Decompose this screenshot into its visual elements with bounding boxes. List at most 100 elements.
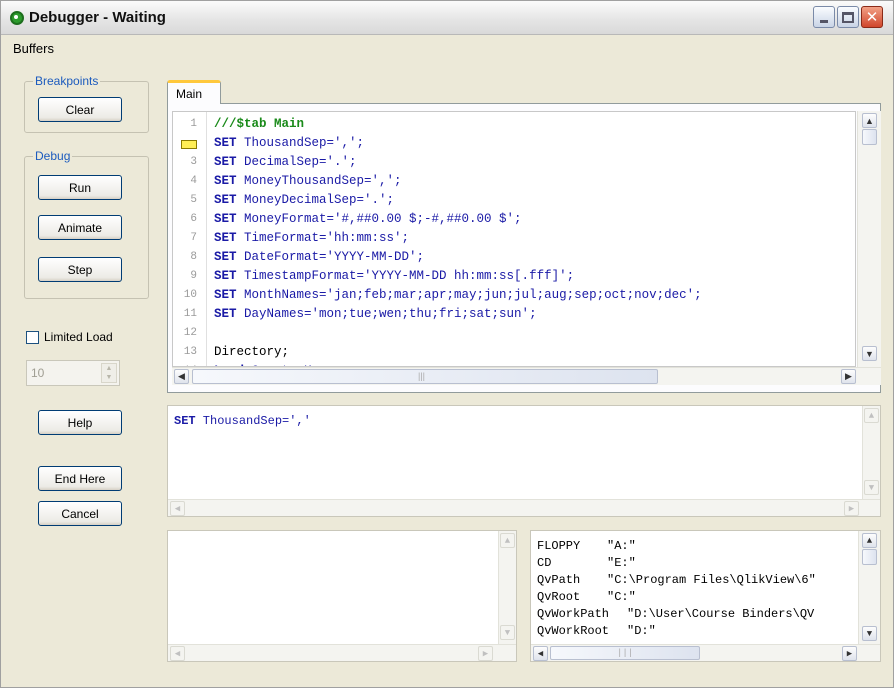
code-line[interactable]: 12 (173, 325, 855, 344)
variable-row[interactable]: CD "E:" (537, 556, 636, 570)
line-number: 12 (183, 327, 197, 339)
close-icon: ✕ (865, 9, 879, 26)
limited-load-checkbox[interactable] (26, 330, 39, 344)
qlikview-icon (10, 11, 24, 25)
arrow-left-icon[interactable]: ◀ (170, 646, 185, 661)
statement-horizontal-scrollbar[interactable]: ◀ ▶ (168, 499, 880, 516)
tab-main-label: Main (176, 87, 203, 101)
code-line[interactable]: SET ThousandSep=','; (173, 135, 855, 154)
arrow-down-icon[interactable]: ▼ (864, 480, 879, 495)
line-number: 6 (190, 213, 197, 225)
scroll-thumb[interactable] (862, 549, 877, 565)
arrow-right-icon[interactable]: ▶ (844, 501, 859, 516)
code-text: SET TimeFormat='hh:mm:ss'; (214, 231, 409, 245)
arrow-down-icon[interactable]: ▼ (862, 346, 877, 361)
spinner-buttons[interactable]: ▲ ▼ (101, 363, 117, 383)
arrow-down-icon[interactable]: ▼ (102, 373, 116, 382)
menu-buffers[interactable]: Buffers (13, 41, 54, 56)
variable-row[interactable]: QvRoot "C:" (537, 590, 636, 604)
clear-button[interactable]: Clear (38, 97, 122, 122)
script-editor[interactable]: 1 ///$tab Main SET ThousandSep=','; 3 SET De… (172, 111, 856, 367)
variable-value: "C:" (607, 590, 636, 604)
arrow-left-icon[interactable]: ◀ (170, 501, 185, 516)
arrow-right-icon[interactable]: ▶ (842, 646, 857, 661)
debug-group-label: Debug (33, 149, 73, 163)
statement-keyword: SET (174, 414, 196, 428)
breakpoint-marker-icon[interactable] (181, 140, 197, 149)
variable-value: "E:" (607, 556, 636, 570)
variables-vertical-scrollbar[interactable]: ▲ ▼ (858, 531, 880, 644)
arrow-right-icon[interactable]: ▶ (841, 369, 856, 384)
script-horizontal-scrollbar[interactable]: ◀ ||| ▶ (172, 367, 881, 385)
maximize-button[interactable] (837, 6, 859, 28)
arrow-down-icon[interactable]: ▼ (862, 626, 877, 641)
window-title: Debugger - Waiting (29, 9, 166, 26)
output-horizontal-scrollbar[interactable]: ◀ ▶ (168, 644, 516, 661)
minimize-button[interactable] (813, 6, 835, 28)
scroll-thumb[interactable]: ||| (550, 646, 700, 660)
limited-load-spinner[interactable]: 10 ▲ ▼ (26, 360, 120, 386)
code-rest: Directory; (214, 345, 290, 359)
code-line[interactable]: 4 SET MoneyThousandSep=','; (173, 173, 855, 192)
limited-load-value: 10 (31, 366, 45, 380)
arrow-up-icon[interactable]: ▲ (862, 533, 877, 548)
arrow-up-icon[interactable]: ▲ (102, 364, 116, 373)
code-keyword: SET (214, 250, 237, 264)
arrow-down-icon[interactable]: ▼ (500, 625, 515, 640)
variables-panel[interactable]: FLOPPY "A:" CD "E:" QvPath "C:\Program Files\… (530, 530, 881, 662)
limited-load-label: Limited Load (44, 330, 113, 344)
scroll-thumb[interactable]: ||| (192, 369, 658, 384)
scroll-thumb[interactable] (862, 129, 877, 145)
line-number: 10 (183, 289, 197, 301)
code-keyword: SET (214, 174, 237, 188)
arrow-up-icon[interactable]: ▲ (500, 533, 515, 548)
variable-row[interactable]: QvPath "C:\Program Files\QlikView\6" (537, 573, 816, 587)
output-vertical-scrollbar[interactable]: ▲ ▼ (498, 531, 516, 644)
variable-value: "D:" (627, 624, 656, 638)
output-panel[interactable]: ▲ ▼ ◀ ▶ (167, 530, 517, 662)
end-here-button[interactable]: End Here (38, 466, 122, 491)
code-line[interactable]: 1 ///$tab Main (173, 116, 855, 135)
minimize-icon (820, 19, 828, 23)
code-line[interactable]: 3 SET DecimalSep='.'; (173, 154, 855, 173)
code-line[interactable]: 11 SET DayNames='mon;tue;wen;thu;fri;sat;… (173, 306, 855, 325)
current-statement-panel[interactable]: SET ThousandSep=',' ▲ ▼ ◀ ▶ (167, 405, 881, 517)
cancel-button[interactable]: Cancel (38, 501, 122, 526)
line-number: 5 (190, 194, 197, 206)
variables-horizontal-scrollbar[interactable]: ◀ ||| ▶ (531, 644, 880, 661)
code-text: SET DateFormat='YYYY-MM-DD'; (214, 250, 424, 264)
code-rest: MoneyThousandSep=','; (236, 174, 402, 188)
arrow-right-icon[interactable]: ▶ (478, 646, 493, 661)
code-line[interactable]: 13 Directory; (173, 344, 855, 363)
line-number: 1 (190, 118, 197, 130)
arrow-left-icon[interactable]: ◀ (174, 369, 189, 384)
variable-value: "D:\User\Course Binders\QV (627, 607, 815, 621)
code-line[interactable]: 6 SET MoneyFormat='#,##0.00 $;-#,##0.00 $… (173, 211, 855, 230)
animate-button[interactable]: Animate (38, 215, 122, 240)
variable-row[interactable]: QvWorkPath "D:\User\Course Binders\QV (537, 607, 814, 621)
variable-row[interactable]: QvWorkRoot "D:" (537, 624, 656, 638)
arrow-up-icon[interactable]: ▲ (864, 408, 879, 423)
code-line[interactable]: 5 SET MoneyDecimalSep='.'; (173, 192, 855, 211)
code-rest: TimeFormat='hh:mm:ss'; (236, 231, 410, 245)
script-vertical-scrollbar[interactable]: ▲ ▼ (857, 111, 881, 367)
close-button[interactable]: ✕ (861, 6, 883, 28)
code-line[interactable]: 8 SET DateFormat='YYYY-MM-DD'; (173, 249, 855, 268)
code-line[interactable]: 9 SET TimestampFormat='YYYY-MM-DD hh:mm:s… (173, 268, 855, 287)
tab-main[interactable]: Main (167, 80, 221, 104)
run-button[interactable]: Run (38, 175, 122, 200)
title-bar[interactable]: Debugger - Waiting ✕ (1, 1, 893, 35)
arrow-left-icon[interactable]: ◀ (533, 646, 548, 661)
help-button[interactable]: Help (38, 410, 122, 435)
statement-vertical-scrollbar[interactable]: ▲ ▼ (862, 406, 880, 499)
code-text: SET TimestampFormat='YYYY-MM-DD hh:mm:ss… (214, 269, 574, 283)
code-line[interactable]: 10 SET MonthNames='jan;feb;mar;apr;may;ju… (173, 287, 855, 306)
arrow-up-icon[interactable]: ▲ (862, 113, 877, 128)
code-text: SET MoneyFormat='#,##0.00 $;-#,##0.00 $'… (214, 212, 522, 226)
current-statement: SET ThousandSep=',' (174, 414, 311, 428)
variable-name: FLOPPY (537, 539, 581, 553)
step-button[interactable]: Step (38, 257, 122, 282)
code-line[interactable]: 7 SET TimeFormat='hh:mm:ss'; (173, 230, 855, 249)
variable-row[interactable]: FLOPPY "A:" (537, 539, 636, 553)
code-rest: MoneyFormat='#,##0.00 $;-#,##0.00 $'; (236, 212, 522, 226)
